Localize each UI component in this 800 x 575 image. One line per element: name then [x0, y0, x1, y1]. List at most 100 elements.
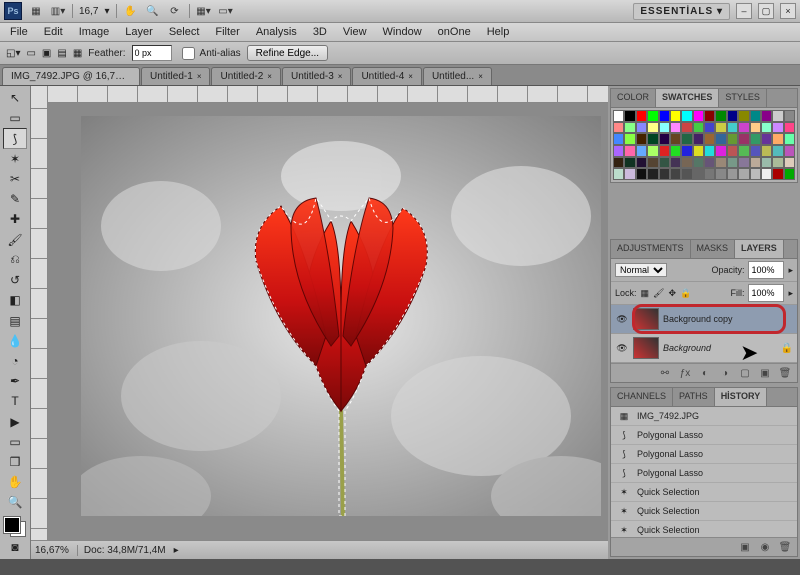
new-layer-icon[interactable]: ▣ — [757, 366, 773, 380]
swatch-cell[interactable] — [647, 122, 658, 134]
bridge-icon[interactable]: ▦ — [28, 3, 44, 19]
swatch-cell[interactable] — [750, 122, 761, 134]
tab-close-icon[interactable]: × — [338, 72, 343, 81]
swatch-cell[interactable] — [738, 157, 749, 169]
swatch-cell[interactable] — [715, 110, 726, 122]
swatch-cell[interactable] — [681, 145, 692, 157]
selection-intersect-icon[interactable]: ▦ — [73, 48, 82, 59]
swatch-cell[interactable] — [647, 145, 658, 157]
zoom-tool[interactable]: 🔍 — [3, 492, 27, 512]
document-tab[interactable]: Untitled-2× — [211, 67, 280, 85]
swatch-cell[interactable] — [772, 122, 783, 134]
swatch-cell[interactable] — [715, 133, 726, 145]
horizontal-ruler[interactable] — [47, 86, 608, 103]
group-icon[interactable]: ▢ — [737, 366, 753, 380]
swatch-cell[interactable] — [715, 145, 726, 157]
swatch-cell[interactable] — [670, 168, 681, 180]
menu-window[interactable]: Window — [375, 24, 430, 40]
rotate-view-icon[interactable]: ⟳ — [167, 3, 183, 19]
brush-tool[interactable]: 🖌 — [3, 230, 27, 250]
swatch-cell[interactable] — [738, 168, 749, 180]
history-row[interactable]: ⟆Polygonal Lasso — [611, 426, 797, 445]
swatch-cell[interactable] — [772, 168, 783, 180]
swatch-cell[interactable] — [613, 122, 624, 134]
hand-tool[interactable]: ✋ — [3, 472, 27, 492]
close-button[interactable]: × — [780, 3, 796, 19]
selection-new-icon[interactable]: ▭ — [26, 48, 35, 59]
swatch-cell[interactable] — [624, 122, 635, 134]
history-row[interactable]: ✶Quick Selection — [611, 521, 797, 537]
swatch-cell[interactable] — [784, 133, 795, 145]
menu-filter[interactable]: Filter — [207, 24, 247, 40]
path-select-tool[interactable]: ▶ — [3, 412, 27, 432]
swatch-cell[interactable] — [693, 157, 704, 169]
lock-position-icon[interactable]: ✥ — [668, 288, 676, 299]
swatch-cell[interactable] — [613, 110, 624, 122]
swatch-cell[interactable] — [647, 110, 658, 122]
swatch-cell[interactable] — [636, 145, 647, 157]
tab-masks[interactable]: MASKS — [691, 240, 736, 258]
swatch-cell[interactable] — [750, 157, 761, 169]
swatch-cell[interactable] — [727, 122, 738, 134]
hand-icon[interactable]: ✋ — [123, 3, 139, 19]
type-tool[interactable]: T — [3, 391, 27, 411]
swatch-cell[interactable] — [693, 110, 704, 122]
swatch-cell[interactable] — [681, 110, 692, 122]
swatch-cell[interactable] — [750, 145, 761, 157]
swatch-cell[interactable] — [761, 157, 772, 169]
tab-channels[interactable]: CHANNELS — [611, 388, 673, 406]
tab-close-icon[interactable]: × — [267, 72, 272, 81]
swatch-cell[interactable] — [647, 157, 658, 169]
blur-tool[interactable]: 💧 — [3, 331, 27, 351]
swatch-cell[interactable] — [715, 168, 726, 180]
zoom-level[interactable]: 16,7 — [79, 6, 98, 17]
opacity-input[interactable] — [748, 261, 784, 279]
document-tab[interactable]: Untitled-4× — [352, 67, 421, 85]
history-row[interactable]: ▦IMG_7492.JPG — [611, 407, 797, 426]
quick-mask-toggle[interactable]: ◙ — [3, 537, 27, 557]
swatch-cell[interactable] — [670, 133, 681, 145]
layer-name[interactable]: Background copy — [663, 314, 793, 324]
swatch-cell[interactable] — [784, 145, 795, 157]
fill-input[interactable] — [748, 284, 784, 302]
swatch-cell[interactable] — [784, 168, 795, 180]
history-brush-tool[interactable]: ↺ — [3, 270, 27, 290]
swatch-cell[interactable] — [761, 110, 772, 122]
swatch-cell[interactable] — [750, 110, 761, 122]
swatch-cell[interactable] — [727, 168, 738, 180]
ruler-origin[interactable] — [31, 86, 48, 103]
move-tool[interactable]: ↖ — [3, 88, 27, 108]
layer-thumbnail[interactable] — [633, 337, 659, 359]
menu-select[interactable]: Select — [161, 24, 208, 40]
tool-preset-icon[interactable]: ◱▾ — [6, 48, 20, 59]
lock-all-icon[interactable]: 🔒 — [680, 288, 691, 299]
menu-edit[interactable]: Edit — [36, 24, 71, 40]
swatch-cell[interactable] — [761, 168, 772, 180]
screen-mode-icon[interactable]: ▭▾ — [218, 3, 234, 19]
tab-swatches[interactable]: SWATCHES — [656, 89, 719, 107]
visibility-icon[interactable]: 👁 — [615, 312, 629, 326]
lasso-tool[interactable]: ⟆ — [3, 128, 27, 148]
menu-layer[interactable]: Layer — [117, 24, 161, 40]
swatch-cell[interactable] — [613, 133, 624, 145]
status-zoom[interactable]: 16,67% — [35, 545, 69, 556]
swatch-cell[interactable] — [613, 168, 624, 180]
swatch-cell[interactable] — [636, 133, 647, 145]
swatch-cell[interactable] — [693, 168, 704, 180]
menu-onone[interactable]: onOne — [430, 24, 479, 40]
swatch-cell[interactable] — [624, 145, 635, 157]
status-doc-size[interactable]: Doc: 34,8M/71,4M — [77, 545, 166, 556]
swatch-cell[interactable] — [761, 122, 772, 134]
selection-add-icon[interactable]: ▣ — [42, 48, 51, 59]
document-tab[interactable]: Untitled-3× — [282, 67, 351, 85]
blend-mode-select[interactable]: Normal — [615, 263, 667, 277]
dodge-tool[interactable]: ◔ — [3, 351, 27, 371]
swatch-cell[interactable] — [727, 110, 738, 122]
tab-color[interactable]: COLOR — [611, 89, 656, 107]
pen-tool[interactable]: ✒ — [3, 371, 27, 391]
history-row[interactable]: ✶Quick Selection — [611, 483, 797, 502]
swatch-cell[interactable] — [624, 110, 635, 122]
mask-icon[interactable]: ◐ — [697, 366, 713, 380]
eyedropper-tool[interactable]: ✎ — [3, 189, 27, 209]
document-canvas[interactable] — [81, 116, 601, 516]
